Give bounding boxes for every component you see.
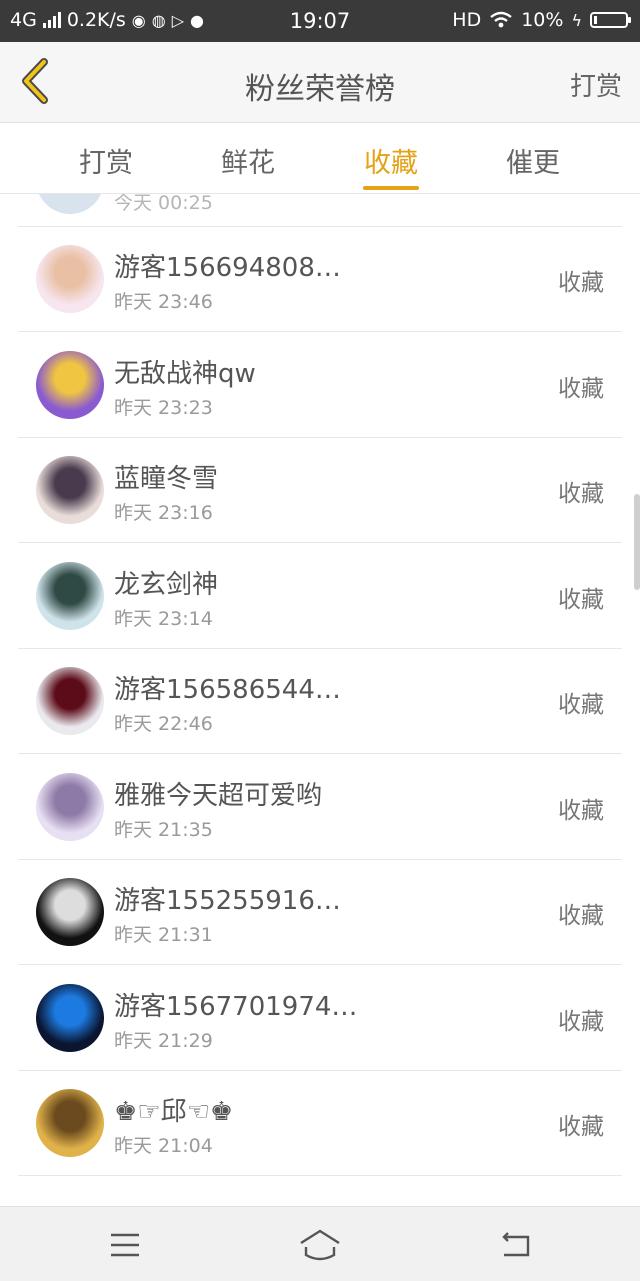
list-item-time: 昨天 23:46 (114, 291, 213, 313)
battery-icon (590, 12, 631, 28)
avatar (36, 1089, 104, 1157)
tab-label: 鲜花 (221, 148, 275, 179)
list-item[interactable]: 龙玄剑神昨天 23:14 收藏 (18, 544, 622, 649)
list-item[interactable]: 游客156694808… 昨天 23:46 收藏 (18, 227, 622, 332)
list-item-name: 游客156586544… (114, 675, 341, 705)
tab-urge-update[interactable]: 催更 (473, 141, 593, 180)
list-item[interactable]: 雅雅今天超可爱哟昨天 21:35 收藏 (18, 755, 622, 860)
list-item[interactable]: 游客156586544… 昨天 22:46 收藏 (18, 649, 622, 754)
list-item-name: 游客156694808… (114, 253, 341, 283)
avatar (36, 194, 104, 214)
list-item-name: 游客155255916… (114, 886, 341, 916)
list-item-name: 雅雅今天超可爱哟 (114, 780, 323, 811)
wifi-icon (490, 11, 512, 28)
list-item[interactable]: 蓝瞳冬雪昨天 23:16 收藏 (18, 438, 622, 543)
list-item[interactable]: 游客155255916… 昨天 21:31 收藏 (18, 860, 622, 965)
status-bar: 4G 0.2K/s ◉ ◍ ▷ ● 19:07 HD 10% ϟ (0, 0, 640, 42)
list-item-type: 收藏 (558, 270, 604, 296)
tab-label: 催更 (506, 148, 560, 179)
list-item-type: 收藏 (558, 797, 604, 824)
back-icon (502, 1232, 530, 1257)
tab-label: 打赏 (79, 148, 133, 179)
reward-button[interactable]: 打赏 (570, 66, 622, 103)
avatar (36, 245, 104, 313)
list-item-name: 蓝瞳冬雪 (114, 464, 219, 494)
battery-percent: 10% (521, 9, 564, 31)
tab-bar: 打赏 鲜花 收藏 催更 (0, 123, 640, 194)
list-item[interactable]: ♚☞邱☜♚ 昨天 21:04 收藏 (18, 1071, 622, 1176)
status-right: HD 10% ϟ (452, 9, 631, 31)
list-item-time: 今天 00:25 (114, 194, 213, 214)
list-item-partial[interactable]: 今天 00:25 (18, 194, 622, 227)
list-item-time: 昨天 21:31 (114, 924, 213, 946)
avatar (36, 667, 104, 735)
hd-label: HD (452, 9, 482, 31)
system-nav-bar (0, 1206, 640, 1281)
list-item-type: 收藏 (558, 375, 604, 402)
list-item-time: 昨天 21:04 (114, 1135, 213, 1157)
list-item-time: 昨天 23:16 (114, 502, 213, 524)
charging-icon: ϟ (571, 10, 582, 30)
list-item-time: 昨天 21:29 (114, 1029, 213, 1052)
home-button[interactable] (298, 1225, 342, 1265)
tab-label: 收藏 (364, 148, 418, 179)
scrollbar[interactable] (634, 494, 640, 590)
battery-fill (594, 16, 597, 24)
avatar (36, 350, 104, 419)
list-item-type: 收藏 (558, 586, 604, 613)
avatar (36, 983, 104, 1052)
app-header: 粉丝荣誉榜 打赏 (0, 42, 640, 123)
page-title: 粉丝荣誉榜 (245, 72, 395, 107)
list-item-type: 收藏 (558, 1114, 604, 1140)
list-item-time: 昨天 21:35 (114, 818, 213, 841)
avatar (36, 878, 104, 946)
fan-list[interactable]: 今天 00:25 游客156694808… 昨天 23:46 收藏 无敌战神qw 昨天 … (0, 194, 640, 1206)
tab-flowers[interactable]: 鲜花 (188, 141, 308, 180)
list-item-type: 收藏 (558, 481, 604, 507)
list-item[interactable]: 游客1567701974… 昨天 21:29 收藏 (18, 966, 622, 1071)
list-item-name: 游客1567701974… (114, 991, 358, 1022)
list-item-time: 昨天 23:14 (114, 607, 213, 630)
back-nav-button[interactable] (496, 1225, 536, 1265)
list-item-time: 昨天 22:46 (114, 713, 213, 735)
tab-reward[interactable]: 打赏 (46, 141, 166, 180)
list-item-name: 龙玄剑神 (114, 569, 219, 600)
menu-icon (111, 1233, 139, 1257)
home-icon (300, 1229, 340, 1261)
menu-button[interactable] (105, 1225, 145, 1265)
tab-favorites[interactable]: 收藏 (331, 141, 451, 190)
avatar (36, 456, 104, 524)
list-item-type: 收藏 (558, 1008, 604, 1035)
list-item-name: 无敌战神qw (114, 358, 256, 389)
active-tab-indicator (363, 186, 419, 190)
list-item-name: ♚☞邱☜♚ (114, 1097, 234, 1127)
avatar (36, 772, 104, 841)
list-item-type: 收藏 (558, 903, 604, 929)
list-item-time: 昨天 23:23 (114, 396, 213, 419)
avatar (36, 561, 104, 630)
list-item-type: 收藏 (558, 692, 604, 718)
list-item[interactable]: 无敌战神qw 昨天 23:23 收藏 (18, 333, 622, 438)
